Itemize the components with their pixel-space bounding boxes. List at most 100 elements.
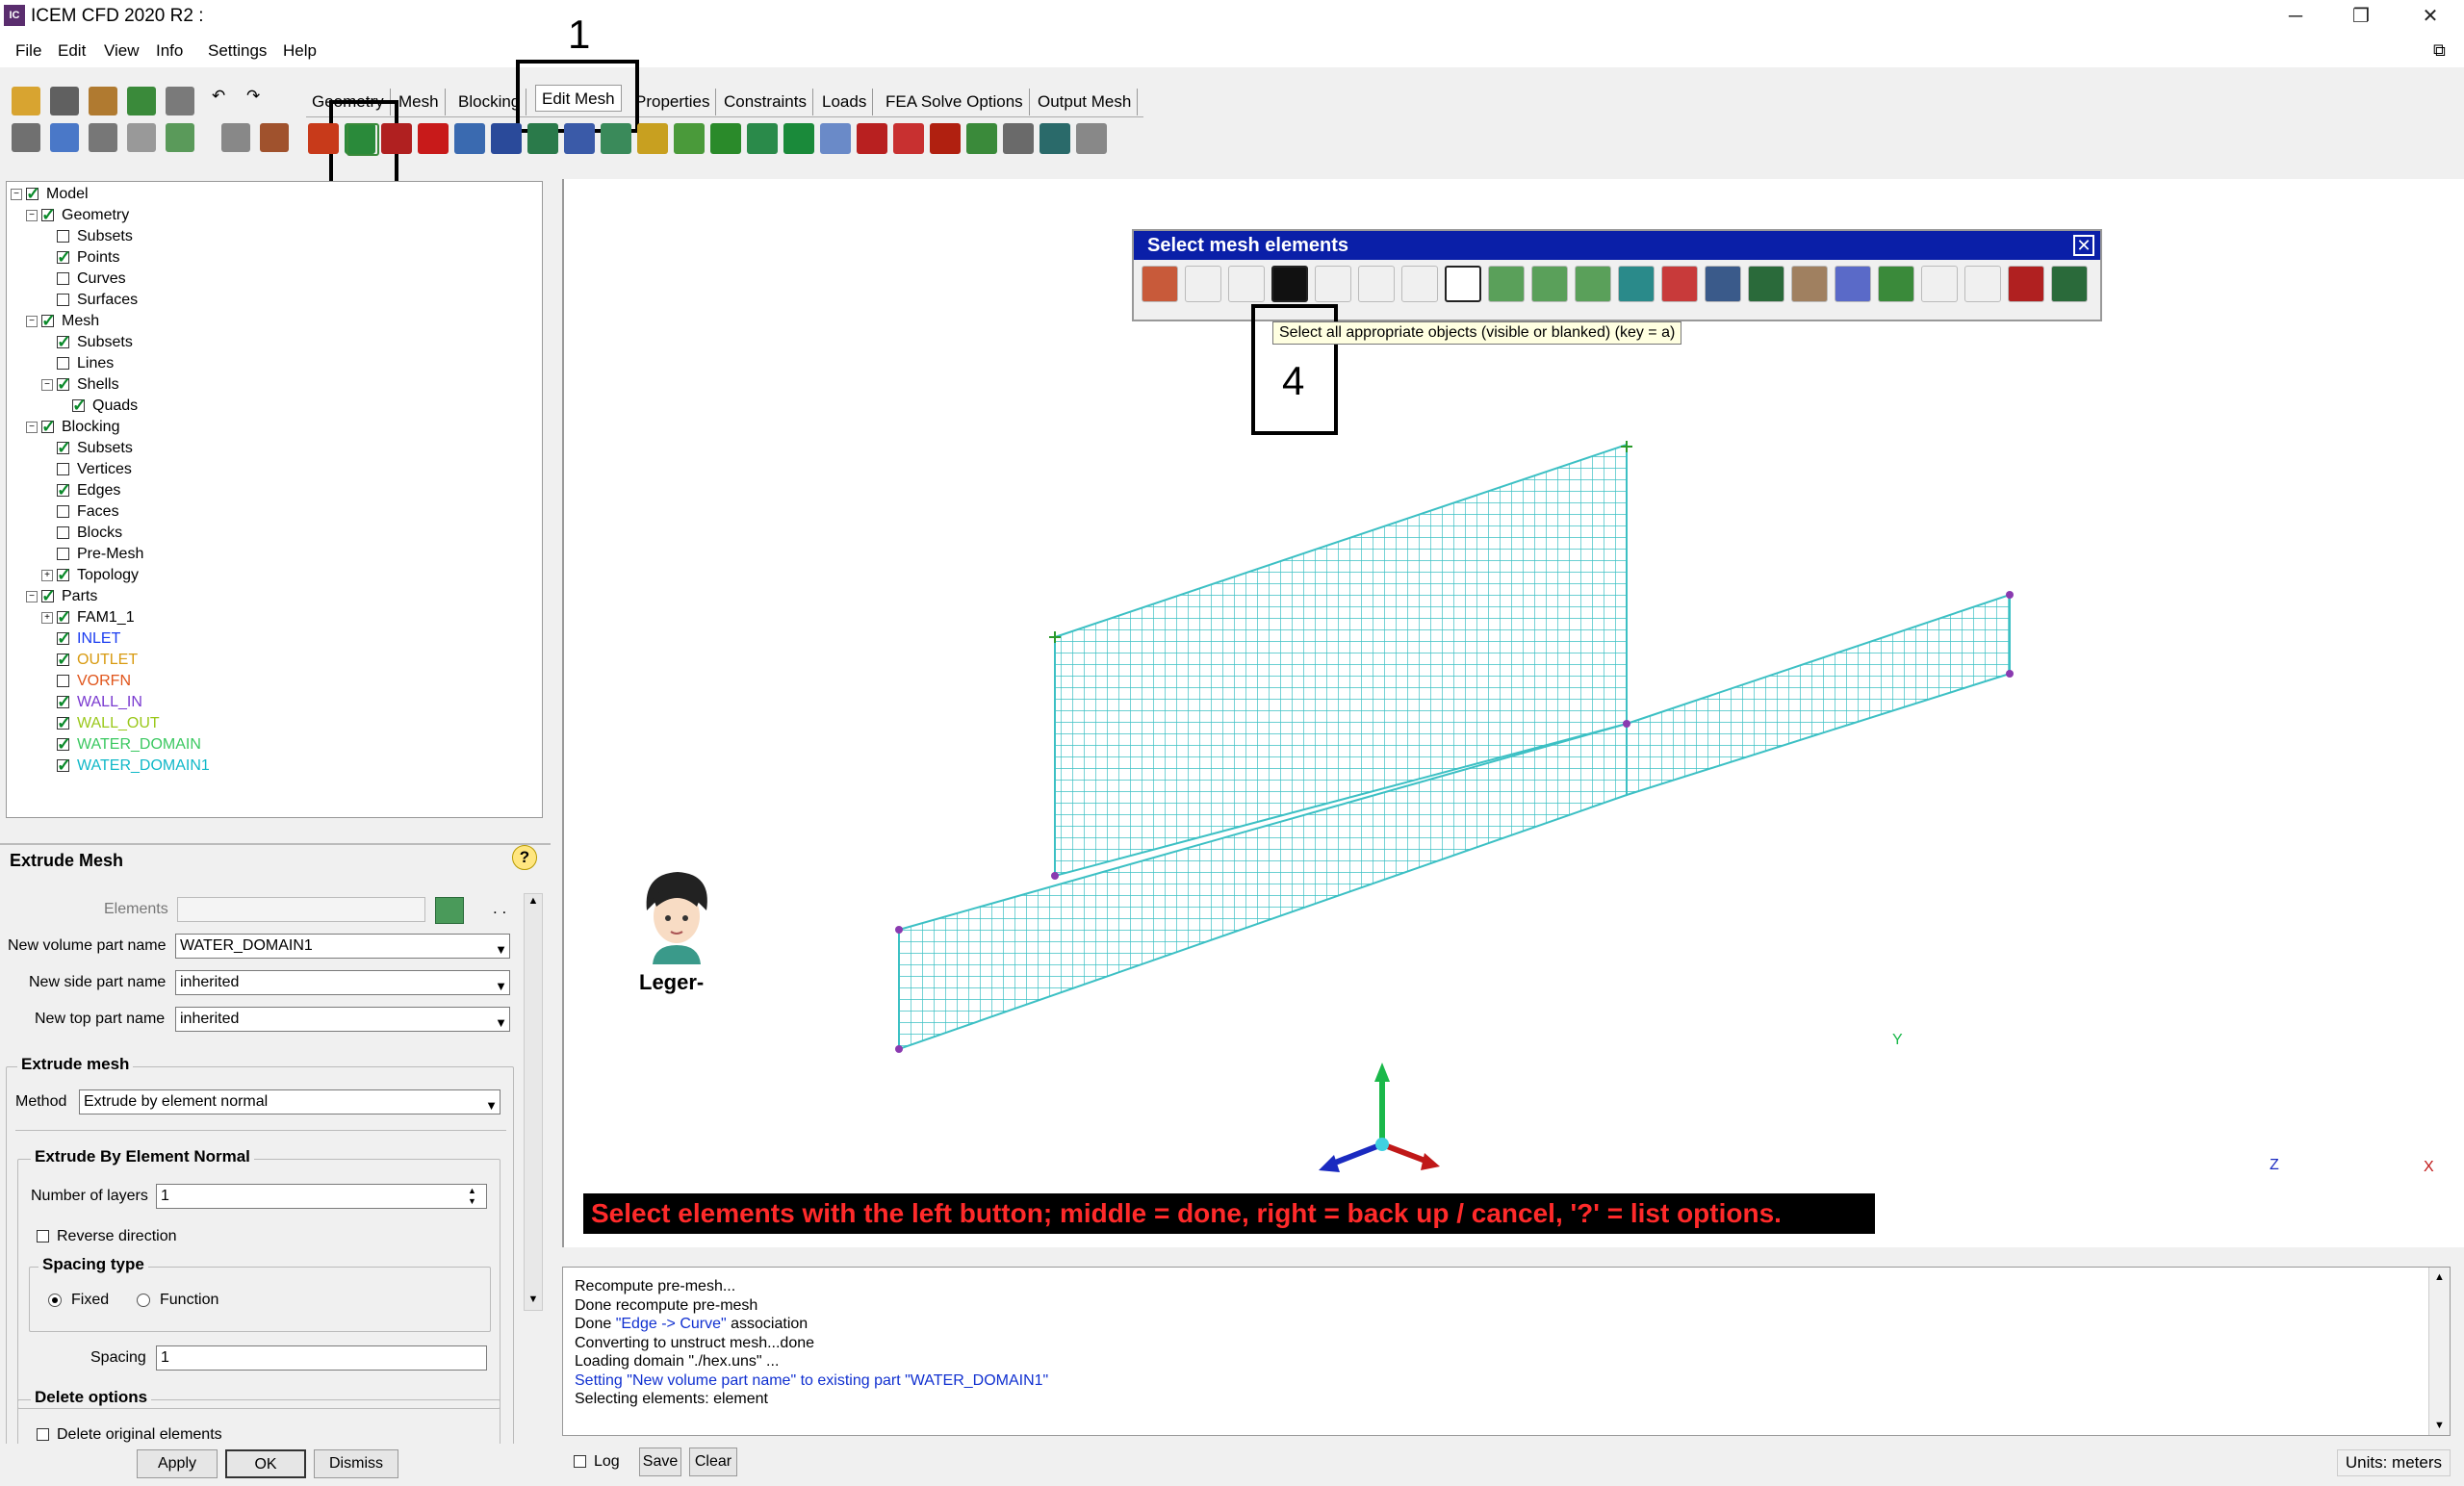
undo-icon[interactable]: ↶ [212, 87, 241, 115]
save-icon[interactable] [50, 87, 79, 115]
select-by-number-icon[interactable] [1748, 266, 1784, 302]
reverse-checkbox[interactable]: Reverse direction [37, 1226, 177, 1245]
checkbox-icon[interactable] [57, 675, 69, 688]
select-all-icon[interactable] [1142, 266, 1178, 302]
menu-view[interactable]: View [104, 41, 140, 61]
close-window-button[interactable]: ✕ [2397, 0, 2464, 35]
tree-item[interactable]: VORFN [11, 671, 210, 692]
checkbox-icon[interactable] [57, 755, 71, 776]
tree-item[interactable]: Subsets [11, 331, 210, 353]
scroll-down-icon[interactable]: ▼ [2429, 1420, 2450, 1431]
checkbox-icon[interactable] [57, 505, 69, 519]
elements-input[interactable] [177, 897, 425, 922]
deselect-icon[interactable] [2008, 266, 2044, 302]
checkbox-icon[interactable] [57, 606, 71, 628]
select-nodes-icon[interactable] [1921, 266, 1958, 302]
info-icon[interactable] [966, 123, 997, 154]
select-path-icon[interactable] [1964, 266, 2001, 302]
tree-item[interactable]: Pre-Mesh [11, 544, 210, 565]
menu-info[interactable]: Info [156, 41, 183, 61]
minimize-button[interactable]: ─ [2262, 0, 2329, 35]
select-all-objects-icon[interactable] [1271, 266, 1308, 302]
tab-fea-solve-options[interactable]: FEA Solve Options [880, 89, 1030, 115]
adjust-mesh-density-icon[interactable] [674, 123, 705, 154]
checkbox-icon[interactable] [57, 357, 69, 371]
checkbox-icon[interactable] [57, 246, 71, 268]
collapse-icon[interactable]: − [26, 590, 38, 602]
smooth-hexa-icon[interactable] [418, 123, 449, 154]
checkbox-icon[interactable] [72, 395, 87, 416]
checkbox-icon[interactable] [57, 463, 69, 476]
collapse-icon[interactable]: − [11, 188, 22, 200]
transform-mesh-icon[interactable] [601, 123, 631, 154]
solid-icon[interactable] [260, 123, 289, 152]
menu-edit[interactable]: Edit [58, 41, 86, 61]
material-icon[interactable] [1791, 266, 1828, 302]
collapse-icon[interactable]: − [41, 378, 53, 391]
log-checkbox[interactable]: Log [574, 1451, 620, 1471]
select-by-surface-icon[interactable] [1575, 266, 1611, 302]
menu-settings[interactable]: Settings [208, 41, 267, 61]
flood-fill-icon[interactable] [1878, 266, 1914, 302]
layers-input[interactable]: 1 [156, 1184, 487, 1209]
select-point-icon[interactable] [1185, 266, 1221, 302]
tree-item[interactable]: Lines [11, 353, 210, 374]
checkbox-icon[interactable] [57, 564, 71, 585]
restore-panel-icon[interactable]: ⧉ [2433, 40, 2446, 61]
delete-select-icon[interactable] [1401, 266, 1438, 302]
tree-item[interactable]: − Blocking [11, 416, 210, 438]
spacing-input[interactable]: 1 [156, 1345, 487, 1371]
mesh-save-icon[interactable] [127, 87, 156, 115]
tree-item[interactable]: INLET [11, 628, 210, 650]
tree-item[interactable]: WALL_IN [11, 691, 210, 713]
edit-distributed-attribute-icon[interactable] [893, 123, 924, 154]
checkbox-icon[interactable] [57, 230, 69, 243]
tree-item[interactable]: Vertices [11, 459, 210, 480]
tree-item[interactable]: Blocks [11, 523, 210, 544]
side-part-select[interactable]: inherited ▼ [175, 970, 510, 995]
tree-item[interactable]: Points [11, 246, 210, 269]
close-icon[interactable]: ✕ [2073, 235, 2094, 256]
checkbox-icon[interactable] [57, 331, 71, 352]
select-by-curve-icon[interactable] [1531, 266, 1568, 302]
form-scrollbar[interactable] [524, 893, 543, 1311]
maximize-button[interactable]: ❐ [2327, 0, 2395, 35]
volume-part-select[interactable]: WATER_DOMAIN1 ▼ [175, 934, 510, 959]
select-by-type-icon[interactable] [1705, 266, 1741, 302]
tree-item[interactable]: Subsets [11, 226, 210, 247]
scroll-down-icon[interactable]: ▼ [526, 1294, 541, 1309]
circle-select-icon[interactable] [1228, 266, 1265, 302]
function-radio[interactable]: Function [137, 1290, 218, 1309]
zoom-icon[interactable] [50, 123, 79, 152]
tree-item[interactable]: WALL_OUT [11, 712, 210, 734]
scroll-up-icon[interactable]: ▲ [526, 895, 541, 910]
select-by-part-icon[interactable] [1661, 266, 1698, 302]
move-nodes-icon[interactable] [564, 123, 595, 154]
open-icon[interactable] [12, 87, 40, 115]
tree-item[interactable]: − Mesh [11, 310, 210, 332]
blank-icon[interactable] [1358, 266, 1395, 302]
select-by-geometry-icon[interactable] [1488, 266, 1525, 302]
tree-item[interactable]: WATER_DOMAIN [11, 733, 210, 756]
redo-icon[interactable]: ↷ [246, 87, 275, 115]
coordinate-icon[interactable] [127, 123, 156, 152]
ok-button[interactable]: OK [225, 1449, 306, 1478]
checkbox-icon[interactable] [41, 585, 56, 606]
checkbox-icon[interactable] [57, 294, 69, 307]
select-by-property-icon[interactable] [1618, 266, 1655, 302]
checkbox-icon[interactable] [41, 310, 56, 331]
checkbox-icon[interactable] [57, 628, 71, 649]
collapse-icon[interactable]: − [26, 315, 38, 327]
checkbox-icon[interactable] [41, 416, 56, 437]
tree-item[interactable]: OUTLET [11, 649, 210, 671]
save-button[interactable]: Save [639, 1448, 681, 1476]
checkbox-icon[interactable] [57, 649, 71, 670]
refresh-icon[interactable] [166, 123, 194, 152]
hide-icon[interactable] [221, 123, 250, 152]
box-select-icon[interactable] [1445, 266, 1481, 302]
checkbox-icon[interactable] [26, 183, 40, 204]
menu-help[interactable]: Help [283, 41, 317, 61]
merge-nodes-icon[interactable] [491, 123, 522, 154]
checkbox-icon[interactable] [57, 733, 71, 755]
tree-item[interactable]: + FAM1_1 [11, 606, 210, 628]
